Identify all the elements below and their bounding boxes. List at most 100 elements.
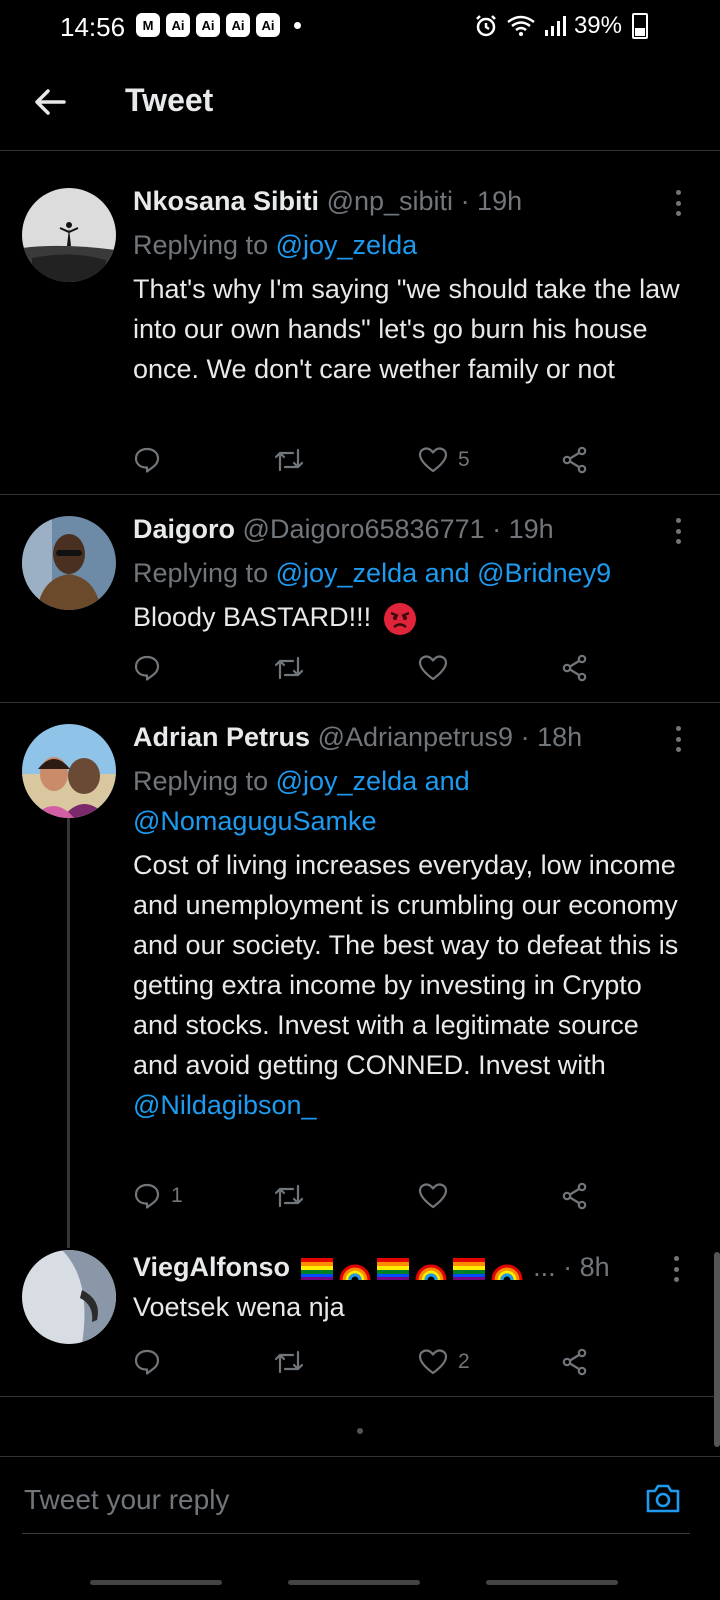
like-count: 2 bbox=[458, 1350, 470, 1373]
tweet-text: That's why I'm saying "we should take th… bbox=[133, 274, 680, 384]
share-button[interactable] bbox=[561, 1342, 589, 1382]
replying-to: Replying to @joy_zelda bbox=[133, 225, 690, 265]
like-button[interactable] bbox=[418, 1176, 458, 1216]
share-button[interactable] bbox=[561, 1176, 589, 1216]
nav-recent-apps[interactable] bbox=[90, 1580, 222, 1585]
tweet-text-content: Cost of living increases everyday, low i… bbox=[133, 850, 679, 1080]
avatar[interactable] bbox=[22, 188, 116, 282]
truncated-handle[interactable]: ... bbox=[533, 1252, 556, 1282]
top-app-bar: Tweet bbox=[0, 56, 720, 151]
mention-link[interactable]: @Nildagibson_ bbox=[133, 1090, 317, 1120]
mention-link[interactable]: @joy_zelda bbox=[276, 230, 418, 260]
avatar[interactable] bbox=[22, 724, 116, 818]
mention-link[interactable]: @joy_zelda and bbox=[276, 766, 470, 796]
rainbow-icon bbox=[491, 1264, 523, 1280]
display-name[interactable]: Adrian Petrus bbox=[133, 722, 310, 752]
timestamp: · 19h bbox=[460, 186, 523, 216]
retweet-button[interactable] bbox=[273, 1176, 315, 1216]
reply-composer bbox=[0, 1456, 720, 1557]
app-notification-icon: Ai bbox=[256, 13, 280, 37]
retweet-button[interactable] bbox=[273, 440, 315, 480]
more-notifications-dot bbox=[294, 21, 301, 29]
back-arrow-icon[interactable] bbox=[30, 82, 70, 122]
heart-icon bbox=[418, 447, 448, 473]
display-name[interactable]: ViegAlfonso bbox=[133, 1252, 290, 1282]
tweet-actions: 1 bbox=[133, 1176, 613, 1216]
display-name[interactable]: Daigoro bbox=[133, 514, 235, 544]
share-icon bbox=[562, 1182, 587, 1210]
handle[interactable]: @Daigoro65836771 bbox=[243, 514, 485, 544]
more-options-icon[interactable] bbox=[674, 190, 682, 216]
camera-icon[interactable] bbox=[644, 1479, 682, 1517]
replying-to: Replying to @joy_zelda and @NomaguguSamk… bbox=[133, 761, 690, 841]
more-options-icon[interactable] bbox=[672, 1256, 680, 1282]
retweet-button[interactable] bbox=[273, 1342, 315, 1382]
rainbow-flag-icon bbox=[300, 1257, 333, 1280]
scrollbar[interactable] bbox=[714, 1252, 720, 1447]
reply-button[interactable]: 1 bbox=[133, 1176, 183, 1216]
alarm-icon bbox=[476, 15, 496, 37]
rainbow-icon bbox=[415, 1264, 447, 1280]
status-time: 14:56 bbox=[60, 12, 126, 42]
rainbow-flag-icon bbox=[376, 1257, 409, 1280]
mention-link[interactable]: @NomaguguSamke bbox=[133, 806, 377, 836]
share-button[interactable] bbox=[561, 440, 589, 480]
heart-icon bbox=[418, 1183, 448, 1209]
tweet[interactable]: Nkosana Sibiti @np_sibiti · 19h Replying… bbox=[0, 150, 720, 495]
tweet-text: Bloody BASTARD!!! bbox=[133, 597, 690, 637]
tweet-text: Voetsek wena nja bbox=[133, 1292, 345, 1322]
reply-icon bbox=[134, 1183, 160, 1209]
system-icons: 39% bbox=[474, 12, 648, 40]
timestamp: · 18h bbox=[520, 722, 583, 752]
retweet-icon bbox=[274, 656, 304, 680]
app-notification-icon: Ai bbox=[196, 13, 220, 37]
notification-icons: M Ai Ai Ai Ai bbox=[136, 13, 301, 37]
more-options-icon[interactable] bbox=[674, 518, 682, 544]
retweet-button[interactable] bbox=[273, 648, 315, 688]
tweet-actions: 2 bbox=[133, 1342, 613, 1382]
rainbow-icon bbox=[339, 1264, 371, 1280]
tweet-actions: 5 bbox=[133, 440, 613, 480]
app-notification-icon: M bbox=[136, 13, 160, 37]
more-options-icon[interactable] bbox=[674, 726, 682, 752]
input-underline bbox=[22, 1533, 690, 1534]
nav-home[interactable] bbox=[288, 1580, 420, 1585]
like-button[interactable] bbox=[418, 648, 458, 688]
reply-button[interactable] bbox=[133, 1342, 171, 1382]
replying-to-label: Replying to bbox=[133, 230, 269, 260]
tweet[interactable]: Adrian Petrus @Adrianpetrus9 · 18h Reply… bbox=[0, 702, 720, 1248]
system-navigation-bar bbox=[0, 1576, 720, 1600]
rainbow-flag-icon bbox=[452, 1257, 485, 1280]
display-name[interactable]: Nkosana Sibiti bbox=[133, 186, 319, 216]
reply-count: 1 bbox=[171, 1184, 183, 1207]
reply-icon bbox=[134, 447, 160, 473]
tweet[interactable]: Daigoro @Daigoro65836771 · 19h Replying … bbox=[0, 494, 720, 703]
nav-back[interactable] bbox=[486, 1580, 618, 1585]
tweet[interactable]: ViegAlfonso ... · 8h Voetsek wena nja 2 bbox=[0, 1232, 720, 1397]
tweet-text-content: Bloody BASTARD!!! bbox=[133, 602, 372, 632]
share-icon bbox=[562, 1348, 587, 1376]
retweet-icon bbox=[274, 1350, 304, 1374]
like-button[interactable]: 2 bbox=[418, 1342, 470, 1382]
tweet-header: Adrian Petrus @Adrianpetrus9 · 18h bbox=[133, 722, 690, 753]
mention-link[interactable]: @joy_zelda and @Bridney9 bbox=[276, 558, 612, 588]
reply-button[interactable] bbox=[133, 648, 171, 688]
app-notification-icon: Ai bbox=[166, 13, 190, 37]
like-button[interactable]: 5 bbox=[418, 440, 470, 480]
angry-face-emoji-icon bbox=[383, 602, 416, 635]
replying-to-label: Replying to bbox=[133, 766, 269, 796]
thread-connector-line bbox=[67, 818, 70, 1248]
retweet-icon bbox=[274, 448, 304, 472]
avatar[interactable] bbox=[22, 1250, 116, 1344]
tweet-header: Daigoro @Daigoro65836771 · 19h bbox=[133, 514, 690, 545]
timestamp: · 8h bbox=[563, 1252, 610, 1282]
share-button[interactable] bbox=[561, 648, 589, 688]
handle[interactable]: @np_sibiti bbox=[327, 186, 453, 216]
avatar[interactable] bbox=[22, 516, 116, 610]
handle[interactable]: @Adrianpetrus9 bbox=[318, 722, 514, 752]
reply-button[interactable] bbox=[133, 440, 171, 480]
status-bar: 14:56 M Ai Ai Ai Ai 39% bbox=[0, 0, 720, 56]
tweet-header: Nkosana Sibiti @np_sibiti · 19h bbox=[133, 186, 690, 217]
reply-input[interactable] bbox=[22, 1477, 626, 1523]
wifi-icon bbox=[507, 15, 535, 36]
